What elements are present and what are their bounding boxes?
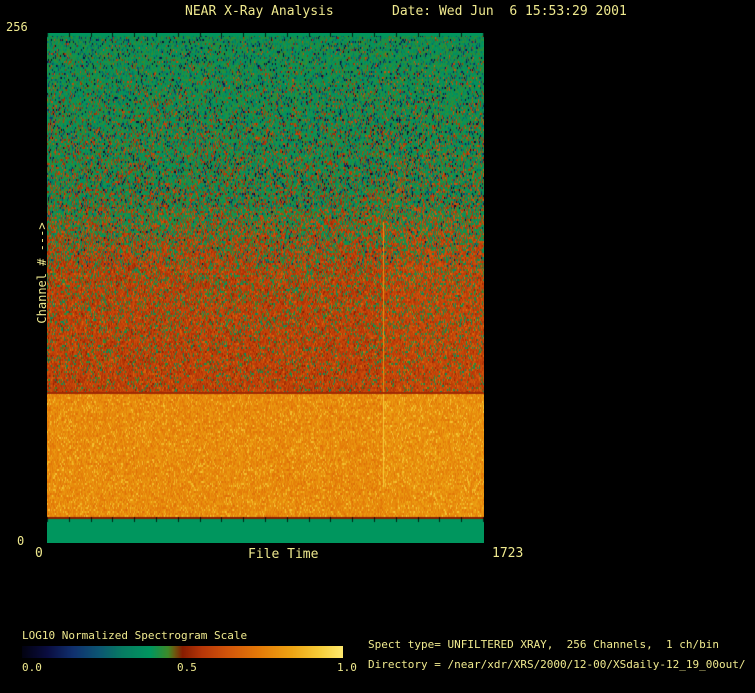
- x-axis-max-label: 1723: [492, 546, 524, 561]
- colorbar-tick-05: 0.5: [177, 661, 197, 674]
- date-label: Date: Wed Jun 6 15:53:29 2001: [392, 4, 627, 19]
- page-title: NEAR X-Ray Analysis: [185, 4, 334, 19]
- x-axis-title: File Time: [248, 547, 319, 562]
- y-axis-max-label: 256: [6, 20, 28, 34]
- x-axis-min-label: 0: [35, 546, 43, 561]
- spect-type-line: Spect type= UNFILTERED XRAY, 256 Channel…: [368, 638, 719, 651]
- colorbar-tick-0: 0.0: [22, 661, 42, 674]
- colorbar-title: LOG10 Normalized Spectrogram Scale: [22, 629, 248, 642]
- colorbar-gradient: [22, 646, 343, 658]
- near-xray-analysis-screen: { "header": { "title": "NEAR X-Ray Analy…: [0, 0, 755, 693]
- directory-line: Directory = /near/xdr/XRS/2000/12-00/XSd…: [368, 658, 746, 671]
- y-axis-min-label: 0: [17, 534, 25, 548]
- spectrogram-canvas: [47, 33, 484, 543]
- colorbar-tick-1: 1.0: [337, 661, 357, 674]
